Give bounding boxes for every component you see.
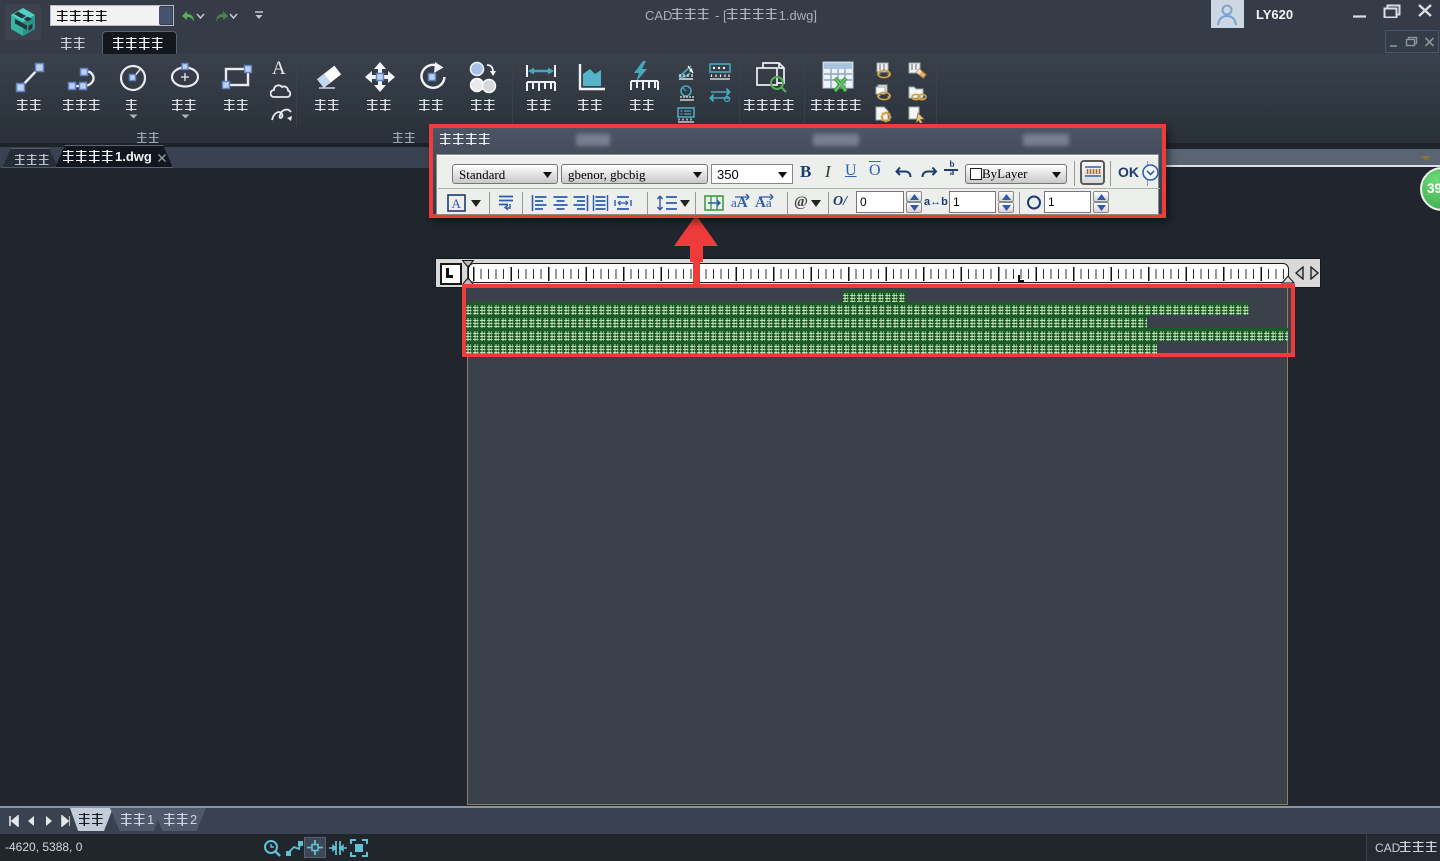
svg-text:A: A [452,196,462,211]
